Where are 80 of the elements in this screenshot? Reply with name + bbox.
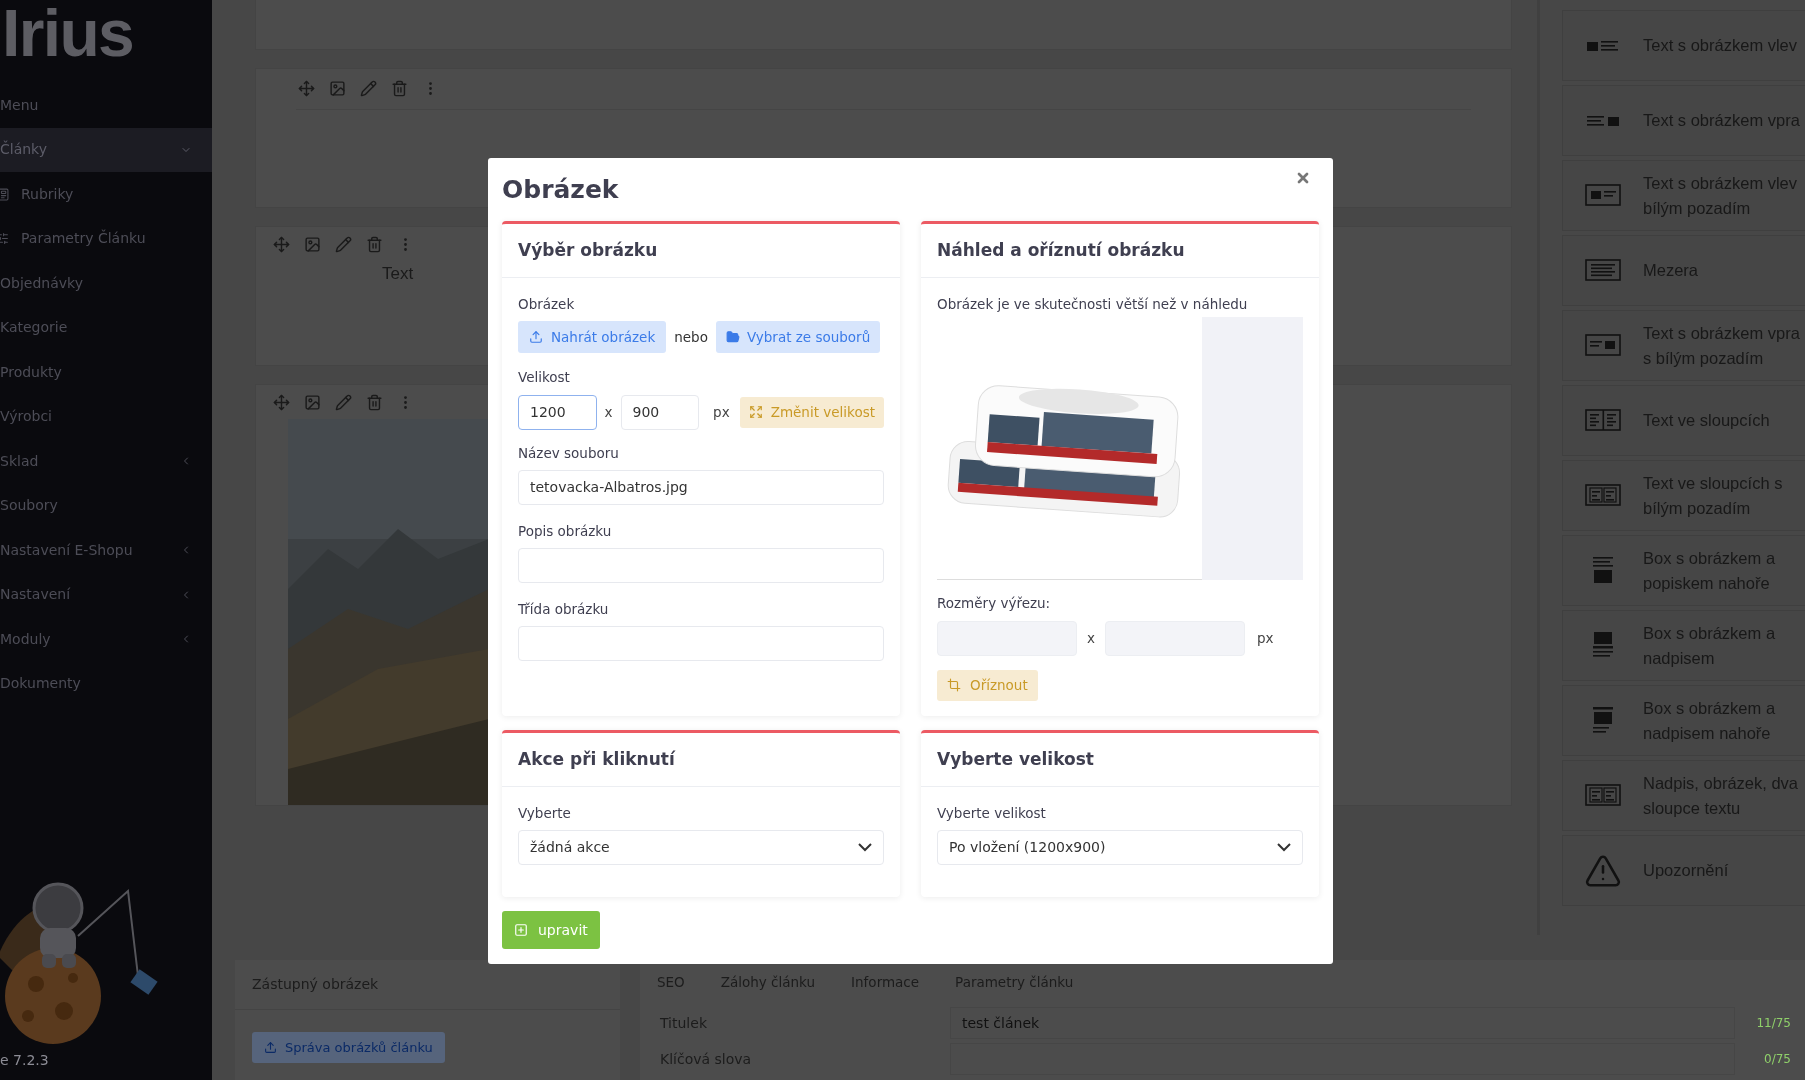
version-label: e 7.2.3 bbox=[0, 1051, 50, 1070]
sidebar-item[interactable]: Soubory bbox=[0, 483, 212, 528]
sidebar-item[interactable]: Parametry Článku bbox=[0, 216, 212, 261]
newspaper-icon bbox=[0, 187, 9, 201]
move-icon[interactable] bbox=[298, 79, 315, 97]
move-icon[interactable] bbox=[273, 393, 290, 411]
folder-icon bbox=[725, 330, 740, 345]
upload-image-button[interactable]: Nahrát obrázek bbox=[518, 321, 667, 354]
logo: Irius bbox=[2, 0, 134, 66]
text-image-icon bbox=[1585, 332, 1621, 359]
sidebar-item[interactable]: Sklad bbox=[0, 439, 212, 484]
expand-icon bbox=[748, 405, 763, 419]
char-counter: 0/75 bbox=[1764, 1051, 1791, 1068]
sidebar-item[interactable]: Moduly bbox=[0, 617, 212, 662]
or-text: nebo bbox=[674, 328, 708, 348]
chevron-down-icon bbox=[1277, 843, 1291, 853]
menu-heading: Menu bbox=[0, 95, 40, 115]
panel-title: Akce při kliknutí bbox=[518, 747, 675, 771]
panel-title: Výběr obrázku bbox=[518, 238, 658, 262]
delete-icon[interactable] bbox=[391, 79, 408, 97]
columns-icon bbox=[1585, 482, 1621, 509]
delete-icon[interactable] bbox=[366, 393, 383, 411]
preview-note: Obrázek je ve skutečnosti větší než v náhledu bbox=[937, 295, 1249, 314]
char-counter: 11/75 bbox=[1756, 1015, 1791, 1032]
sidebar-item[interactable]: Rubriky bbox=[0, 172, 212, 217]
upload-icon bbox=[264, 1041, 277, 1054]
sidebar-item[interactable]: Články bbox=[0, 127, 212, 172]
browse-files-button[interactable]: Vybrat ze souborů bbox=[715, 321, 881, 354]
field-label: Popis obrázku bbox=[518, 521, 613, 541]
edit-icon[interactable] bbox=[360, 79, 377, 97]
image-icon[interactable] bbox=[304, 393, 321, 411]
times-sign: x bbox=[604, 402, 613, 422]
select-field[interactable]: žádná akce bbox=[518, 830, 884, 866]
field-label: Třída obrázku bbox=[518, 600, 610, 619]
columns-icon bbox=[1585, 782, 1621, 809]
input-field[interactable]: test článek bbox=[950, 1007, 1735, 1039]
sidebar-item[interactable]: Objednávky bbox=[0, 261, 212, 306]
field-label: Vyberte velikost bbox=[937, 804, 1047, 823]
crop-button[interactable]: Oříznout bbox=[937, 669, 1038, 701]
text-image-icon bbox=[1585, 114, 1621, 127]
field-label: Vyberte bbox=[518, 804, 572, 823]
image-text-icon bbox=[1585, 39, 1621, 52]
image-text-icon bbox=[1585, 182, 1621, 209]
field-label: Název souboru bbox=[518, 443, 620, 463]
chevron-down-icon bbox=[858, 843, 872, 853]
field-label: Obrázek bbox=[518, 295, 576, 314]
input-field[interactable]: 1200 bbox=[518, 394, 597, 430]
move-icon[interactable] bbox=[273, 235, 290, 253]
upload-icon bbox=[529, 330, 543, 345]
sidebar-item[interactable]: Výrobci bbox=[0, 394, 212, 439]
manage-images-button[interactable]: Správa obrázků článku bbox=[252, 1032, 445, 1063]
sidebar-item[interactable]: Nastavení E-Shopu bbox=[0, 528, 212, 573]
plus-icon bbox=[514, 923, 528, 937]
input-field[interactable]: 900 bbox=[620, 394, 700, 430]
image-icon[interactable] bbox=[304, 235, 321, 253]
field-label: Velikost bbox=[518, 368, 571, 388]
columns-icon bbox=[1585, 407, 1621, 434]
sidebar-item[interactable]: Kategorie bbox=[0, 305, 212, 350]
image-icon[interactable] bbox=[329, 79, 346, 97]
text-lines-icon bbox=[1585, 257, 1621, 284]
sidebar-item[interactable]: Dokumenty bbox=[0, 661, 212, 706]
edit-icon[interactable] bbox=[335, 393, 352, 411]
select-field[interactable]: Po vložení (1200x900) bbox=[937, 830, 1303, 866]
unit-label: px bbox=[713, 402, 730, 422]
field-label: Rozměry výřezu: bbox=[937, 594, 1052, 614]
panel-title: Náhled a oříznutí obrázku bbox=[937, 238, 1185, 262]
dialog-title: Obrázek bbox=[502, 173, 619, 206]
close-icon[interactable] bbox=[1295, 170, 1311, 186]
delete-icon[interactable] bbox=[366, 235, 383, 253]
times-sign: x bbox=[1087, 628, 1095, 648]
submit-button[interactable]: upravit bbox=[502, 911, 600, 949]
edit-icon[interactable] bbox=[335, 235, 352, 253]
unit-label: px bbox=[1257, 628, 1274, 648]
resize-button[interactable]: Změnit velikost bbox=[739, 396, 884, 428]
input-field[interactable]: tetovacka-Albatros.jpg bbox=[518, 469, 884, 505]
sidebar-item[interactable]: Nastavení bbox=[0, 572, 212, 617]
sidebar-item[interactable]: Produkty bbox=[0, 350, 212, 395]
panel-title: Vyberte velikost bbox=[937, 747, 1094, 771]
sliders-icon bbox=[0, 232, 9, 246]
crop-icon bbox=[947, 678, 961, 692]
